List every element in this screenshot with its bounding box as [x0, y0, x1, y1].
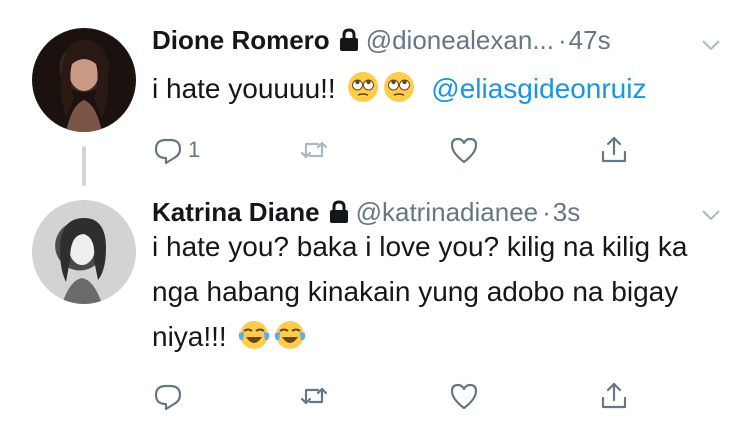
reply-count: 1	[188, 137, 201, 162]
face-with-rolling-eyes-emoji	[383, 71, 415, 103]
avatar-katrina-diane[interactable]	[32, 200, 136, 304]
reply-button[interactable]	[152, 378, 188, 414]
chevron-down-icon[interactable]	[700, 204, 722, 226]
tweet-header: Dione Romero @dionealexan... · 47s	[152, 24, 730, 56]
tweet-2[interactable]: Katrina Diane @katrinadianee · 3s i hate…	[0, 190, 750, 436]
like-button[interactable]	[448, 378, 480, 414]
retweet-icon	[298, 134, 330, 166]
thread-line	[82, 146, 86, 186]
tweet-text: i hate youuuu!! @eliasgideonruiz	[152, 66, 720, 111]
mention-link[interactable]: @eliasgideonruiz	[431, 73, 646, 104]
like-button[interactable]	[448, 132, 480, 168]
tweet-body: i hate youuuu!!	[152, 73, 336, 104]
retweet-button[interactable]	[298, 132, 330, 168]
tweet-1[interactable]: Dione Romero @dionealexan... · 47s i hat…	[0, 0, 750, 190]
lock-icon	[338, 28, 360, 52]
share-icon	[598, 134, 630, 166]
lock-icon	[328, 200, 350, 224]
chevron-down-icon[interactable]	[700, 34, 722, 56]
retweet-icon	[298, 380, 330, 412]
face-with-rolling-eyes-emoji	[347, 71, 379, 103]
like-icon	[448, 380, 480, 412]
timestamp[interactable]: 47s	[569, 24, 611, 56]
share-icon	[598, 380, 630, 412]
share-button[interactable]	[598, 132, 630, 168]
reply-icon	[152, 134, 184, 166]
reply-button[interactable]: 1	[152, 132, 200, 168]
separator-dot: ·	[557, 25, 567, 55]
retweet-button[interactable]	[298, 378, 330, 414]
tweet-actions	[152, 378, 712, 414]
face-with-tears-of-joy-emoji	[238, 319, 270, 351]
username-handle[interactable]: @dionealexan...	[366, 24, 554, 56]
tweet-text: i hate you? baka i love you? kilig na ki…	[152, 224, 720, 359]
display-name[interactable]: Dione Romero	[152, 24, 330, 56]
face-with-tears-of-joy-emoji	[274, 319, 306, 351]
share-button[interactable]	[598, 378, 630, 414]
avatar-dione-romero[interactable]	[32, 28, 136, 132]
reply-icon	[152, 380, 184, 412]
tweet-body: i hate you? baka i love you? kilig na ki…	[152, 231, 688, 352]
like-icon	[448, 134, 480, 166]
tweet-actions: 1	[152, 132, 712, 168]
